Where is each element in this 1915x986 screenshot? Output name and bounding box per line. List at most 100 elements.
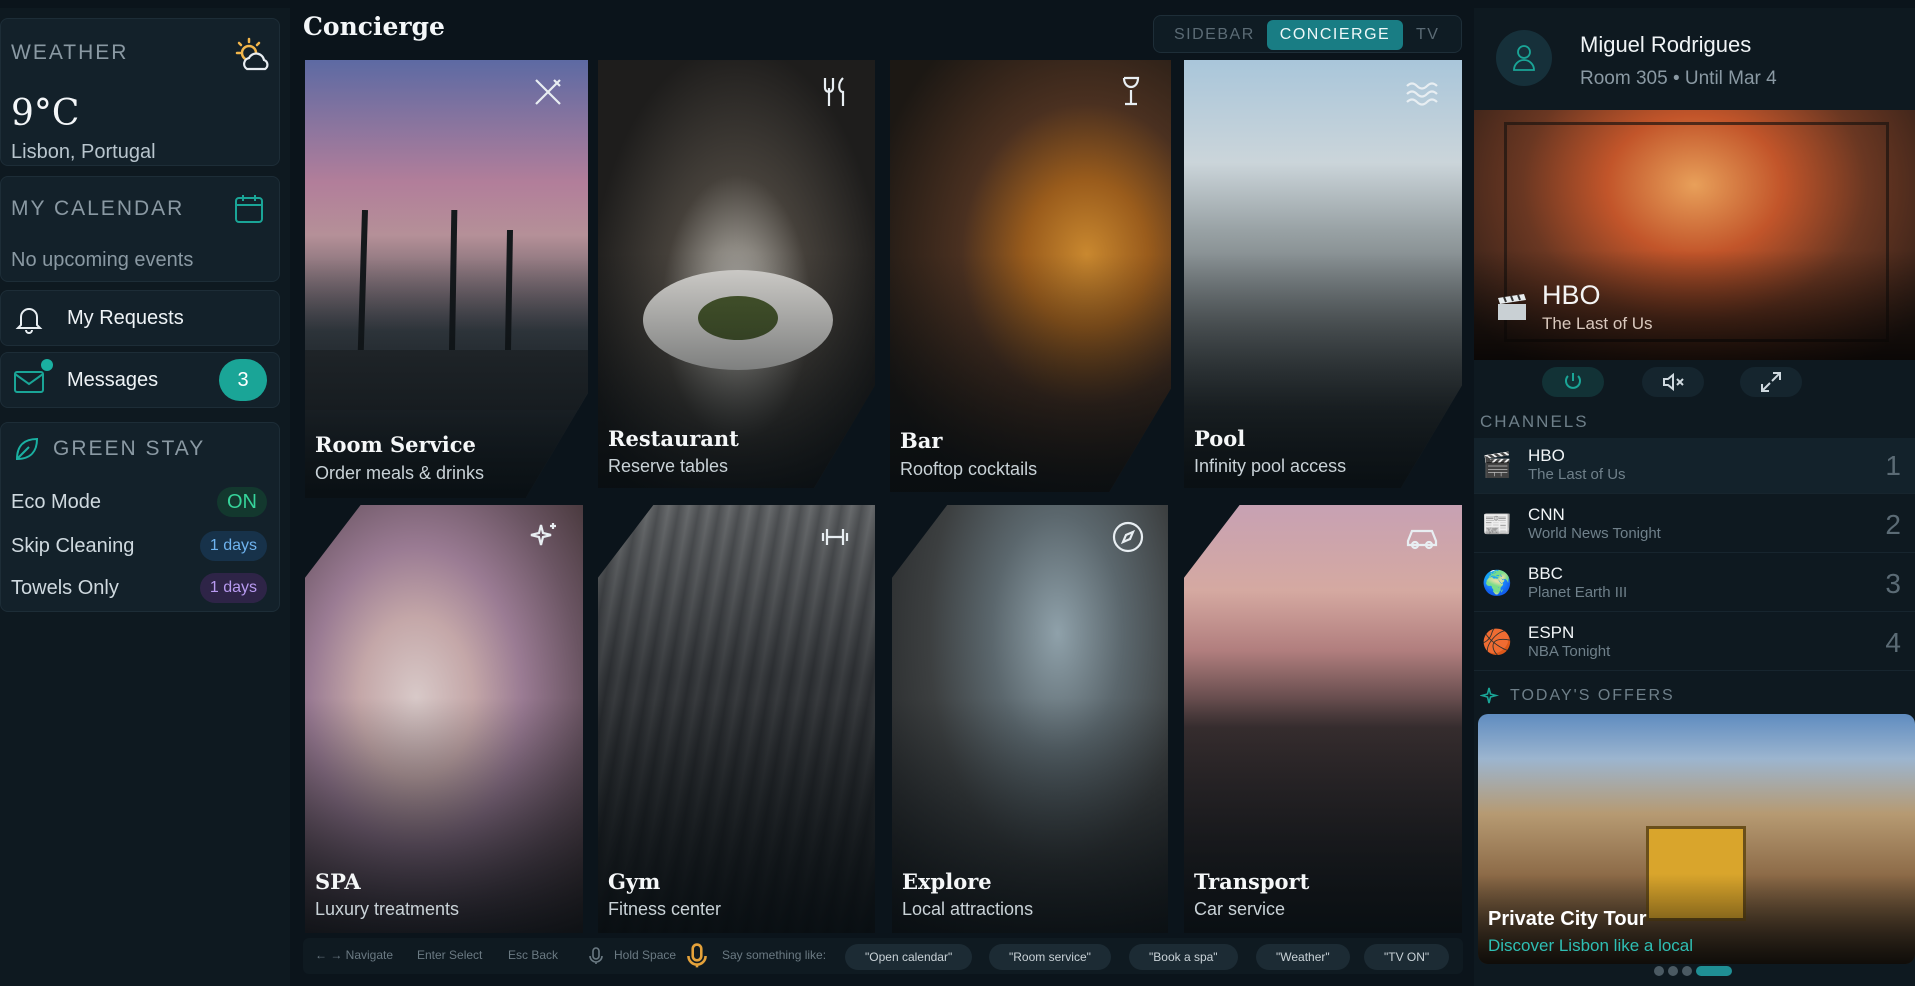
carousel-dot[interactable] (1654, 966, 1664, 976)
channel-number: 1 (1885, 450, 1901, 481)
fullscreen-button[interactable] (1740, 367, 1802, 397)
voice-help-bar: ← → Navigate Enter Select Esc Back Hold … (303, 938, 1463, 974)
channel-row[interactable]: 🏀 ESPN NBA Tonight 4 (1474, 615, 1915, 671)
eco-mode-row[interactable]: Eco Mode ON (11, 487, 267, 517)
tile-title: Room Service (315, 432, 476, 457)
power-icon (1565, 373, 1581, 389)
temperature: 9°C (11, 93, 80, 134)
partly-cloudy-icon (235, 37, 269, 71)
tile-title: Explore (902, 869, 992, 894)
weather-location: Lisbon, Portugal (11, 141, 156, 163)
offer-card[interactable]: Private City Tour Discover Lisbon like a… (1478, 714, 1915, 964)
speaker-muted-icon (1663, 372, 1684, 392)
skip-cleaning-label: Skip Cleaning (11, 535, 135, 557)
eco-mode-toggle[interactable]: ON (217, 487, 267, 517)
utensils-icon (535, 79, 561, 105)
tile-gym[interactable]: Gym Fitness center (598, 505, 875, 933)
user-icon (1513, 45, 1535, 71)
carousel-dot[interactable] (1682, 966, 1692, 976)
tile-explore[interactable]: Explore Local attractions (892, 505, 1168, 933)
towels-only-badge[interactable]: 1 days (199, 573, 267, 603)
left-sidebar: WEATHER 9°C Lisbon, Portugal MY CALENDAR… (0, 8, 290, 986)
tile-title: Bar (900, 428, 943, 453)
bell-icon (15, 308, 43, 334)
mode-switcher: SIDEBAR CONCIERGE TV (1153, 15, 1462, 53)
suggestion-pill[interactable]: "Weather" (1256, 944, 1350, 970)
suggestion-pill[interactable]: "Book a spa" (1129, 944, 1238, 970)
carousel-dot-active[interactable] (1696, 966, 1732, 976)
channel-row[interactable]: 🎬 HBO The Last of Us 1 (1474, 438, 1915, 494)
tile-title: Gym (608, 869, 661, 894)
tile-subtitle: Fitness center (608, 899, 722, 919)
tile-title: Restaurant (608, 426, 739, 451)
help-navigate: ← → Navigate (315, 948, 394, 962)
expand-icon (1761, 372, 1781, 392)
channel-show: Planet Earth III (1528, 584, 1628, 601)
tile-subtitle: Reserve tables (608, 456, 729, 476)
channel-name: BBC (1528, 564, 1563, 583)
page-title: Concierge (303, 12, 445, 41)
channel-number: 4 (1885, 627, 1901, 658)
channel-show: The Last of Us (1528, 466, 1626, 483)
channel-number: 3 (1885, 568, 1901, 599)
channels-label: CHANNELS (1480, 412, 1589, 431)
unread-dot (41, 359, 53, 371)
microphone-icon (589, 947, 603, 964)
my-requests-label: My Requests (67, 307, 184, 329)
skip-cleaning-row[interactable]: Skip Cleaning 1 days (11, 531, 267, 561)
mode-tv-tab[interactable]: TV (1416, 20, 1439, 50)
suggestion-pill[interactable]: "Open calendar" (845, 944, 973, 970)
tile-pool[interactable]: Pool Infinity pool access (1184, 60, 1462, 488)
messages-label: Messages (67, 369, 159, 391)
help-hold: Hold Space (614, 948, 677, 962)
green-stay-card: GREEN STAY Eco Mode ON Skip Cleaning 1 d… (0, 422, 280, 612)
tile-room-service[interactable]: Room Service Order meals & drinks (305, 60, 588, 498)
channel-row[interactable]: 🌍 BBC Planet Earth III 3 (1474, 556, 1915, 612)
mode-sidebar-tab[interactable]: SIDEBAR (1174, 20, 1255, 50)
tv-channel-name: HBO (1542, 280, 1601, 310)
towels-only-row[interactable]: Towels Only 1 days (11, 573, 267, 603)
car-icon (1406, 529, 1438, 550)
messages-count-badge: 3 (219, 359, 267, 401)
dumbbell-icon (821, 529, 849, 545)
guest-name: Miguel Rodrigues (1580, 32, 1752, 57)
suggestion-pill[interactable]: "TV ON" (1364, 944, 1450, 970)
offer-subtitle: Discover Lisbon like a local (1488, 936, 1694, 955)
clapperboard-icon (1498, 294, 1526, 320)
calendar-label: MY CALENDAR (11, 197, 185, 220)
tile-title: SPA (315, 869, 361, 894)
guest-room-info: Room 305 • Until Mar 4 (1580, 68, 1777, 89)
channel-row[interactable]: 📰 CNN World News Tonight 2 (1474, 497, 1915, 553)
mute-button[interactable] (1642, 367, 1704, 397)
channel-icon: 🏀 (1482, 629, 1512, 656)
wine-glass-icon (1122, 76, 1140, 106)
tile-title: Transport (1194, 869, 1310, 894)
tile-restaurant[interactable]: Restaurant Reserve tables (598, 60, 875, 488)
suggestion-pill[interactable]: "Room service" (989, 944, 1111, 970)
tv-preview[interactable]: HBO The Last of Us (1474, 110, 1915, 360)
tile-subtitle: Car service (1194, 899, 1286, 919)
tile-bar[interactable]: Bar Rooftop cocktails (890, 60, 1171, 492)
messages-button[interactable]: Messages 3 (0, 352, 280, 408)
weather-card[interactable]: WEATHER 9°C Lisbon, Portugal (0, 18, 280, 166)
calendar-card[interactable]: MY CALENDAR No upcoming events (0, 176, 280, 282)
skip-cleaning-badge[interactable]: 1 days (199, 531, 267, 561)
tile-subtitle: Luxury treatments (315, 899, 460, 919)
carousel-dot[interactable] (1668, 966, 1678, 976)
mode-concierge-tab[interactable]: CONCIERGE (1267, 20, 1403, 50)
tile-spa[interactable]: SPA Luxury treatments (305, 505, 583, 933)
avatar[interactable] (1496, 30, 1552, 86)
voice-microphone-icon[interactable] (687, 943, 707, 969)
envelope-icon (14, 371, 44, 393)
tile-transport[interactable]: Transport Car service (1184, 505, 1462, 933)
tile-subtitle: Order meals & drinks (315, 463, 485, 483)
channel-name: ESPN (1528, 623, 1575, 642)
weather-label: WEATHER (11, 41, 129, 64)
my-requests-button[interactable]: My Requests (0, 290, 280, 346)
channel-icon: 🎬 (1482, 452, 1512, 479)
right-panel: Miguel Rodrigues Room 305 • Until Mar 4 … (1474, 8, 1915, 986)
offers-label: TODAY'S OFFERS (1510, 687, 1675, 704)
tile-title: Pool (1194, 426, 1246, 451)
power-button[interactable] (1542, 367, 1604, 397)
channel-icon: 🌍 (1482, 570, 1512, 597)
